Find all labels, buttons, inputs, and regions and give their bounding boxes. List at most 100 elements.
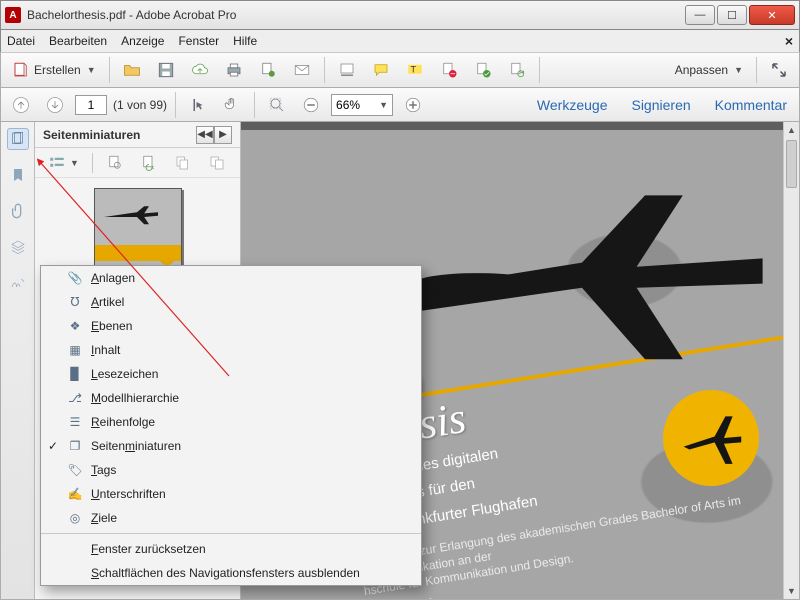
panel-prev-button[interactable]: ◀◀ [196, 126, 214, 144]
thumbnails-icon: ❐ [67, 438, 83, 454]
speech-bubble-icon [372, 61, 390, 79]
panel-title: Seitenminiaturen [43, 128, 196, 142]
zoom-out-button[interactable] [297, 92, 325, 118]
nav-layers-icon[interactable] [7, 236, 29, 258]
nav-bookmarks-icon[interactable] [7, 164, 29, 186]
scroll-down-button[interactable]: ▼ [784, 583, 799, 599]
layers-icon: ❖ [67, 318, 83, 334]
thumbnail-plane-icon [101, 199, 161, 229]
duplicate-icon [208, 154, 226, 172]
menu-item-lesezeichen[interactable]: ▉Lesezeichen [41, 362, 421, 386]
marquee-zoom-button[interactable] [263, 92, 291, 118]
order-icon: ☰ [67, 414, 83, 430]
menu-datei[interactable]: Datei [7, 34, 35, 48]
toolbar-secondary: (1 von 99) 66% ▼ Werkzeuge Signieren Kom… [0, 88, 800, 122]
menu-item-reset[interactable]: Fenster zurücksetzen [41, 537, 421, 561]
email-button[interactable] [288, 57, 316, 83]
panel-options-button[interactable]: ▼ [43, 152, 84, 174]
open-button[interactable] [118, 57, 146, 83]
print-button[interactable] [220, 57, 248, 83]
floppy-icon [157, 61, 175, 79]
menu-item-modellhierarchie[interactable]: ⎇Modellhierarchie [41, 386, 421, 410]
pdf-check-button[interactable] [469, 57, 497, 83]
menu-item-hide-nav-buttons[interactable]: Schaltflächen des Navigationsfensters au… [41, 561, 421, 585]
separator [539, 57, 540, 83]
panel-toolbar: ▼ [35, 148, 240, 178]
minus-circle-icon [302, 96, 320, 114]
menu-fenster[interactable]: Fenster [178, 34, 219, 48]
save-button[interactable] [152, 57, 180, 83]
customize-button[interactable]: Anpassen ▼ [666, 57, 748, 83]
customize-label: Anpassen [675, 63, 728, 77]
airplane-badge [663, 390, 759, 486]
minimize-button[interactable]: — [685, 5, 715, 25]
content-icon: ▦ [67, 342, 83, 358]
panel-refresh-button[interactable] [135, 152, 163, 174]
model-icon: ⎇ [67, 390, 83, 406]
select-tool-button[interactable] [184, 92, 212, 118]
menu-item-anlagen[interactable]: 📎Anlagen [41, 266, 421, 290]
page-down-button[interactable] [41, 92, 69, 118]
create-label: Erstellen [34, 63, 81, 77]
menu-item-unterschriften[interactable]: ✍Unterschriften [41, 482, 421, 506]
chevron-down-icon: ▼ [70, 158, 79, 168]
scan-button[interactable] [333, 57, 361, 83]
tools-link[interactable]: Werkzeuge [531, 93, 614, 117]
pdf-swap-button[interactable] [503, 57, 531, 83]
panel-copy-button[interactable] [169, 152, 197, 174]
hand-icon [223, 96, 241, 114]
chevron-down-icon: ▼ [379, 100, 388, 110]
menu-item-reihenfolge[interactable]: ☰Reihenfolge [41, 410, 421, 434]
chevron-down-icon: ▼ [734, 65, 743, 75]
panel-next-button[interactable]: ▶ [214, 126, 232, 144]
scroll-thumb[interactable] [786, 140, 797, 188]
cloud-button[interactable] [186, 57, 214, 83]
comment-cloud-button[interactable] [367, 57, 395, 83]
page-up-button[interactable] [7, 92, 35, 118]
page-magnifier-icon [106, 154, 124, 172]
sign-link[interactable]: Signieren [625, 93, 696, 117]
close-button[interactable]: ✕ [749, 5, 795, 25]
airplane-badge-icon [675, 402, 747, 474]
menu-item-ziele[interactable]: ◎Ziele [41, 506, 421, 530]
cloud-up-icon [191, 61, 209, 79]
menu-bearbeiten[interactable]: Bearbeiten [49, 34, 107, 48]
expand-button[interactable] [765, 56, 793, 84]
destinations-icon: ◎ [67, 510, 83, 526]
text-highlight-icon: T [406, 61, 424, 79]
panel-inspect-button[interactable] [101, 152, 129, 174]
menu-hilfe[interactable]: Hilfe [233, 34, 257, 48]
menubar-close-icon[interactable]: × [785, 33, 793, 49]
panel-duplicate-button[interactable] [203, 152, 231, 174]
check-icon [474, 61, 492, 79]
menu-anzeige[interactable]: Anzeige [121, 34, 164, 48]
nav-attachments-icon[interactable] [7, 200, 29, 222]
app-icon: A [5, 7, 21, 23]
zoom-input[interactable]: 66% ▼ [331, 94, 393, 116]
pdf-share-icon [259, 61, 277, 79]
paperclip-icon: 📎 [67, 270, 83, 286]
nav-thumbnails-icon[interactable] [7, 128, 29, 150]
page-number-input[interactable] [75, 95, 107, 115]
chevron-down-icon: ▼ [87, 65, 96, 75]
envelope-icon [293, 61, 311, 79]
menu-item-artikel[interactable]: ℧Artikel [41, 290, 421, 314]
menu-item-inhalt[interactable]: ▦Inhalt [41, 338, 421, 362]
maximize-button[interactable]: ☐ [717, 5, 747, 25]
create-button[interactable]: Erstellen ▼ [7, 57, 101, 83]
separator [324, 57, 325, 83]
delete-pdf-button[interactable] [435, 57, 463, 83]
comment-link[interactable]: Kommentar [709, 93, 793, 117]
tags-icon: 🏷 [67, 462, 83, 478]
highlight-button[interactable]: T [401, 57, 429, 83]
menu-item-seitenminiaturen[interactable]: ✓❐Seitenminiaturen [41, 434, 421, 458]
nav-signatures-icon[interactable] [7, 272, 29, 294]
list-icon [48, 154, 66, 172]
menu-item-ebenen[interactable]: ❖Ebenen [41, 314, 421, 338]
hand-tool-button[interactable] [218, 92, 246, 118]
scroll-up-button[interactable]: ▲ [784, 122, 799, 138]
zoom-in-button[interactable] [399, 92, 427, 118]
menu-item-tags[interactable]: 🏷Tags [41, 458, 421, 482]
share-button[interactable] [254, 57, 282, 83]
vertical-scrollbar[interactable]: ▲ ▼ [783, 122, 799, 599]
